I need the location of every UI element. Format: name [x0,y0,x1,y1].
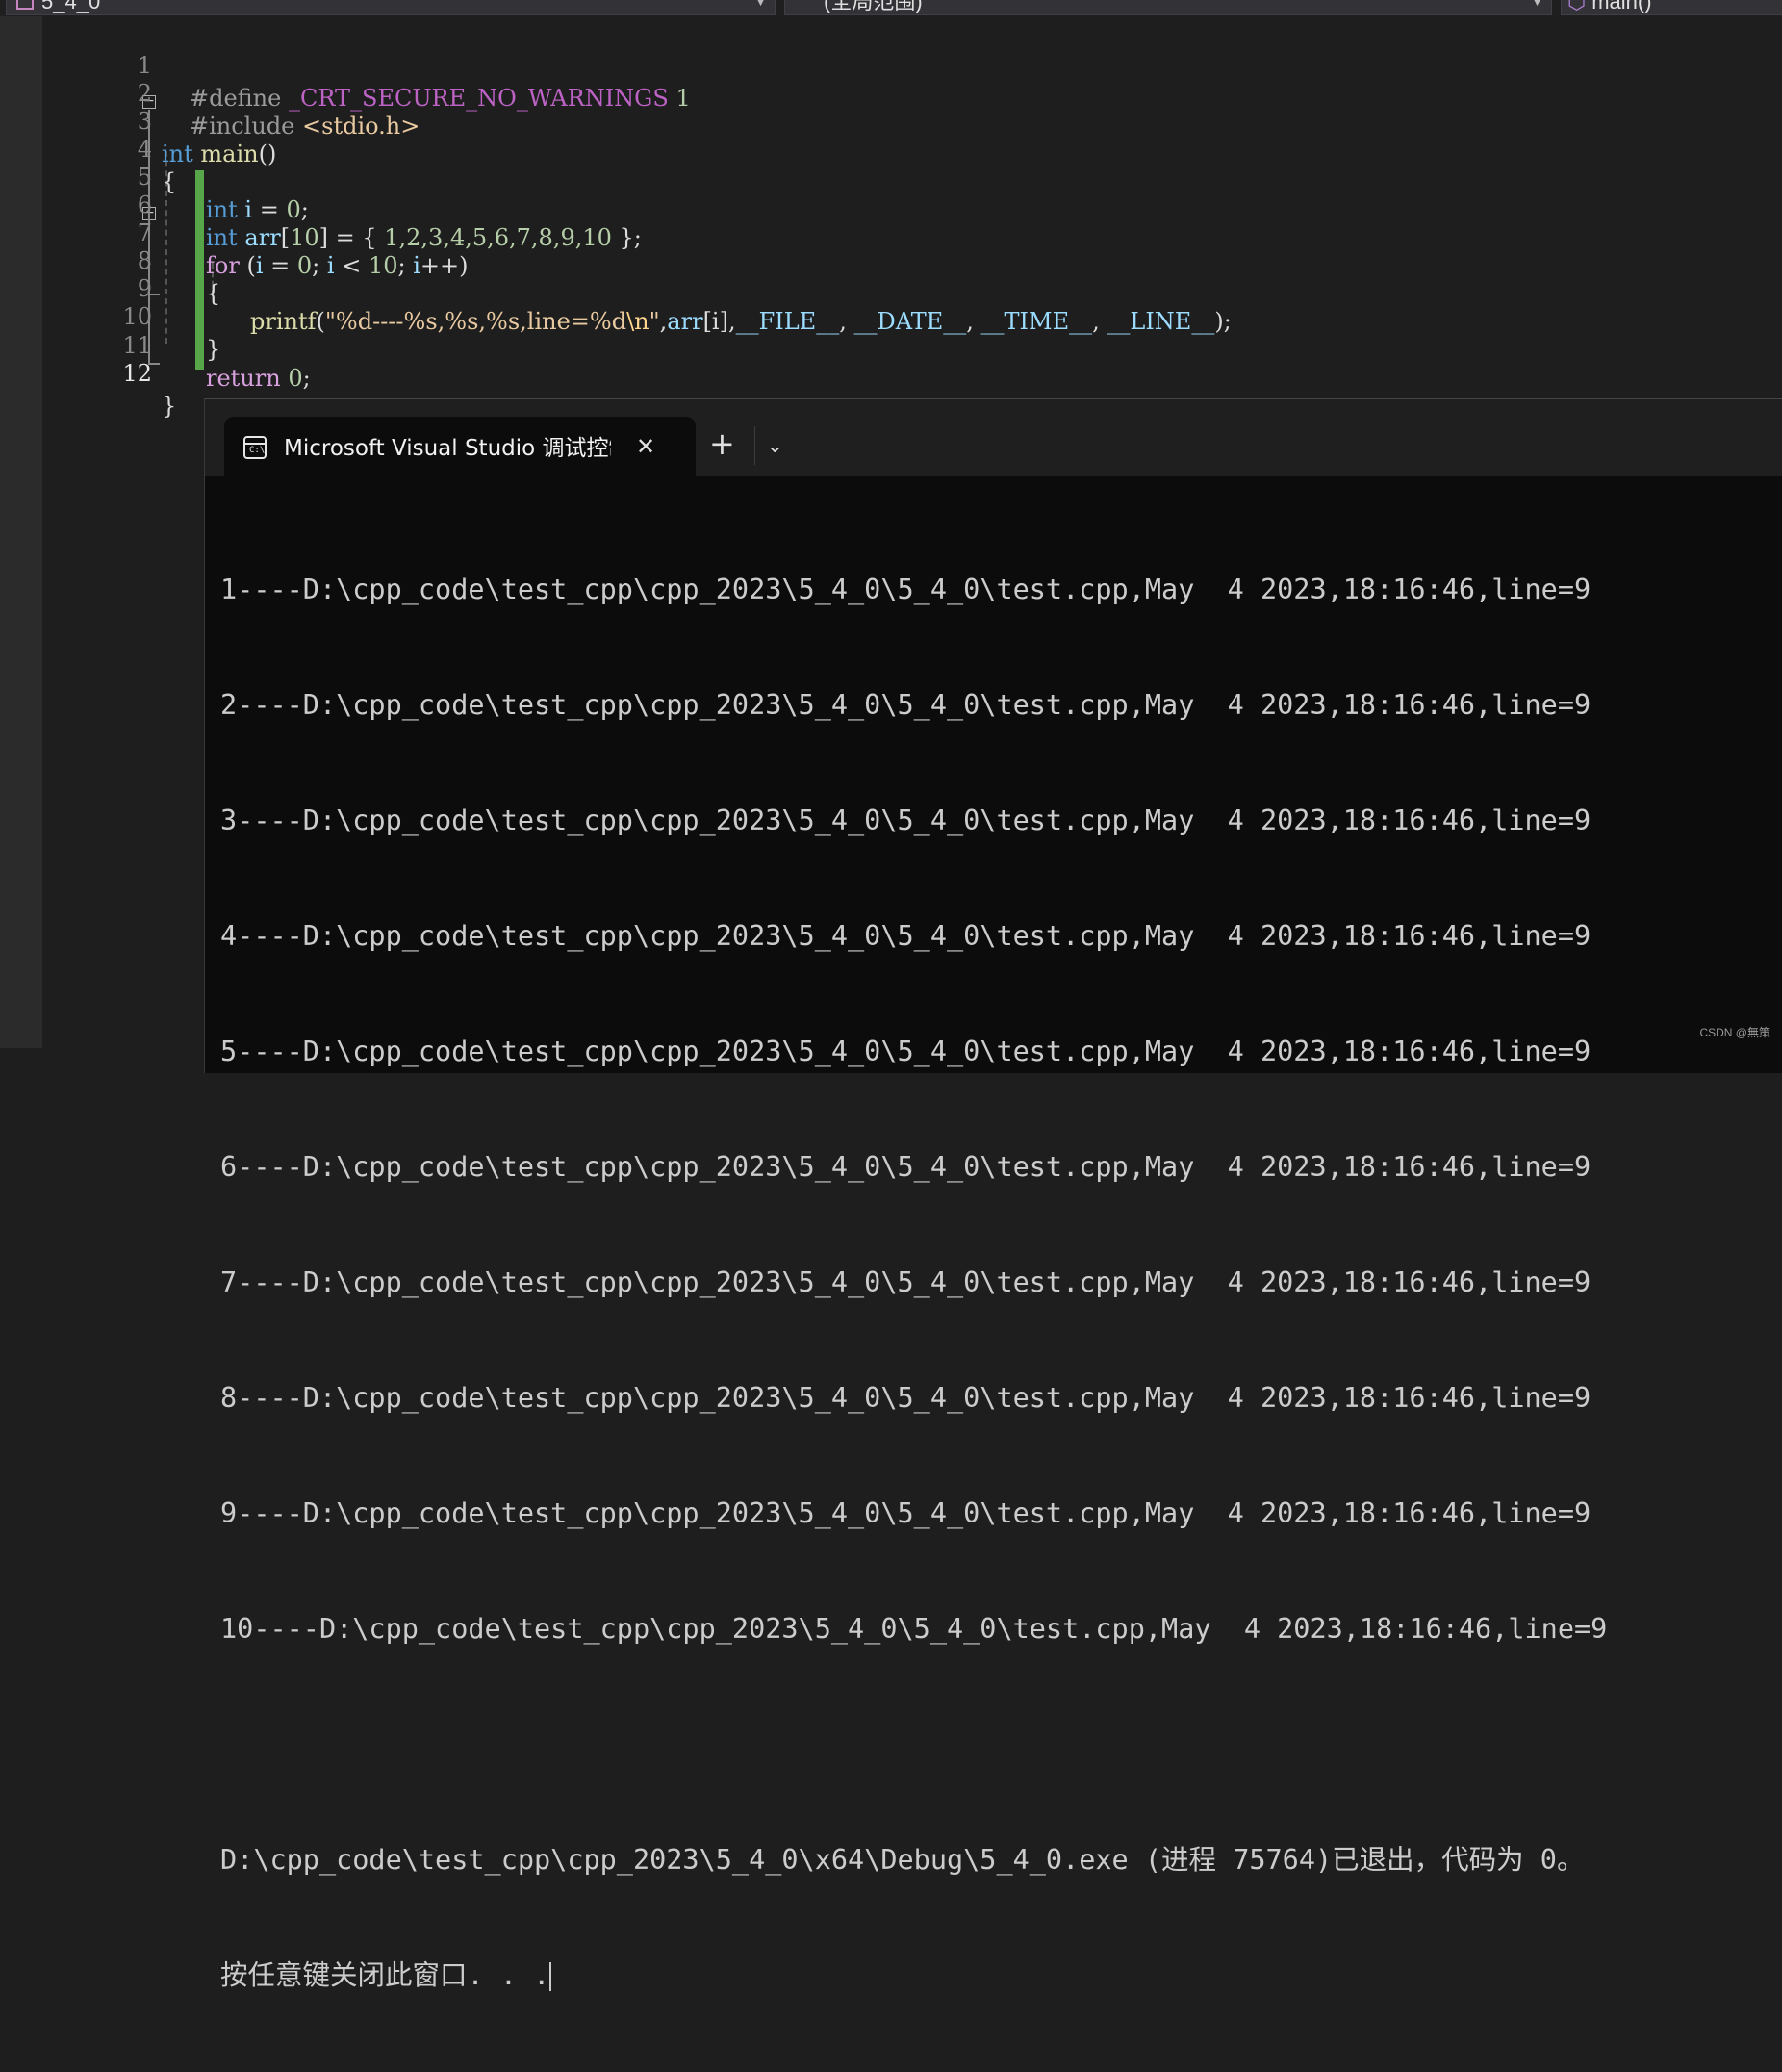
member-label: main() [1591,0,1652,13]
output-line: 8----D:\cpp_code\test_cpp\cpp_2023\5_4_0… [220,1382,1591,1414]
debug-console-window[interactable]: C:\ Microsoft Visual Studio 调试控制台 ✕ + ⌄ … [204,398,1782,1991]
close-prompt-line: 按任意键关闭此窗口. . . [220,1957,1782,1995]
output-line: 9----D:\cpp_code\test_cpp\cpp_2023\5_4_0… [220,1497,1591,1529]
code-line-10: 10 } [42,268,1782,363]
output-line: 7----D:\cpp_code\test_cpp\cpp_2023\5_4_0… [220,1266,1591,1298]
function-icon: ⬡ [1567,0,1587,13]
output-line: 2----D:\cpp_code\test_cpp\cpp_2023\5_4_0… [220,689,1591,721]
chevron-down-icon[interactable]: ⌄ [767,426,783,465]
project-dropdown[interactable]: 5_4_0 ▼ [6,0,776,15]
new-tab-button[interactable]: + [709,424,735,463]
text-cursor [549,1962,552,1991]
editor-indicator-margin [0,16,43,1048]
terminal-output[interactable]: 1----D:\cpp_code\test_cpp\cpp_2023\5_4_0… [220,494,1782,2072]
terminal-tab[interactable]: C:\ Microsoft Visual Studio 调试控制台 ✕ [224,417,696,478]
watermark: CSDN @無策 [1699,1026,1770,1039]
tab-title: Microsoft Visual Studio 调试控制台 [284,436,611,461]
output-line: 6----D:\cpp_code\test_cpp\cpp_2023\5_4_0… [220,1151,1591,1183]
terminal-titlebar: C:\ Microsoft Visual Studio 调试控制台 ✕ + ⌄ [205,399,1782,478]
navigation-bar: 5_4_0 ▼ (全局范围) ▼ ⬡ main() [0,0,1782,16]
project-name: 5_4_0 [41,0,101,13]
output-line: 3----D:\cpp_code\test_cpp\cpp_2023\5_4_0… [220,805,1591,836]
output-line: 10----D:\cpp_code\test_cpp\cpp_2023\5_4_… [220,1613,1608,1645]
member-dropdown[interactable]: ⬡ main() [1561,0,1782,15]
output-line: 5----D:\cpp_code\test_cpp\cpp_2023\5_4_0… [220,1036,1591,1067]
project-icon [16,0,34,11]
terminal-icon: C:\ [243,436,267,459]
exit-message: D:\cpp_code\test_cpp\cpp_2023\5_4_0\x64\… [220,1844,1585,1876]
scope-label: (全局范围) [824,0,923,13]
close-icon[interactable]: ✕ [636,430,655,463]
line-number: 12 [122,360,152,387]
chevron-down-icon: ▼ [1531,0,1543,9]
close-prompt: 按任意键关闭此窗口. . . [220,1959,550,1991]
output-line: 4----D:\cpp_code\test_cpp\cpp_2023\5_4_0… [220,920,1591,952]
code-line-12: 12 } [42,324,1782,420]
output-line: 1----D:\cpp_code\test_cpp\cpp_2023\5_4_0… [220,574,1591,605]
scope-dropdown[interactable]: (全局范围) ▼ [784,0,1552,15]
tab-separator [754,426,755,465]
chevron-down-icon: ▼ [754,0,767,9]
